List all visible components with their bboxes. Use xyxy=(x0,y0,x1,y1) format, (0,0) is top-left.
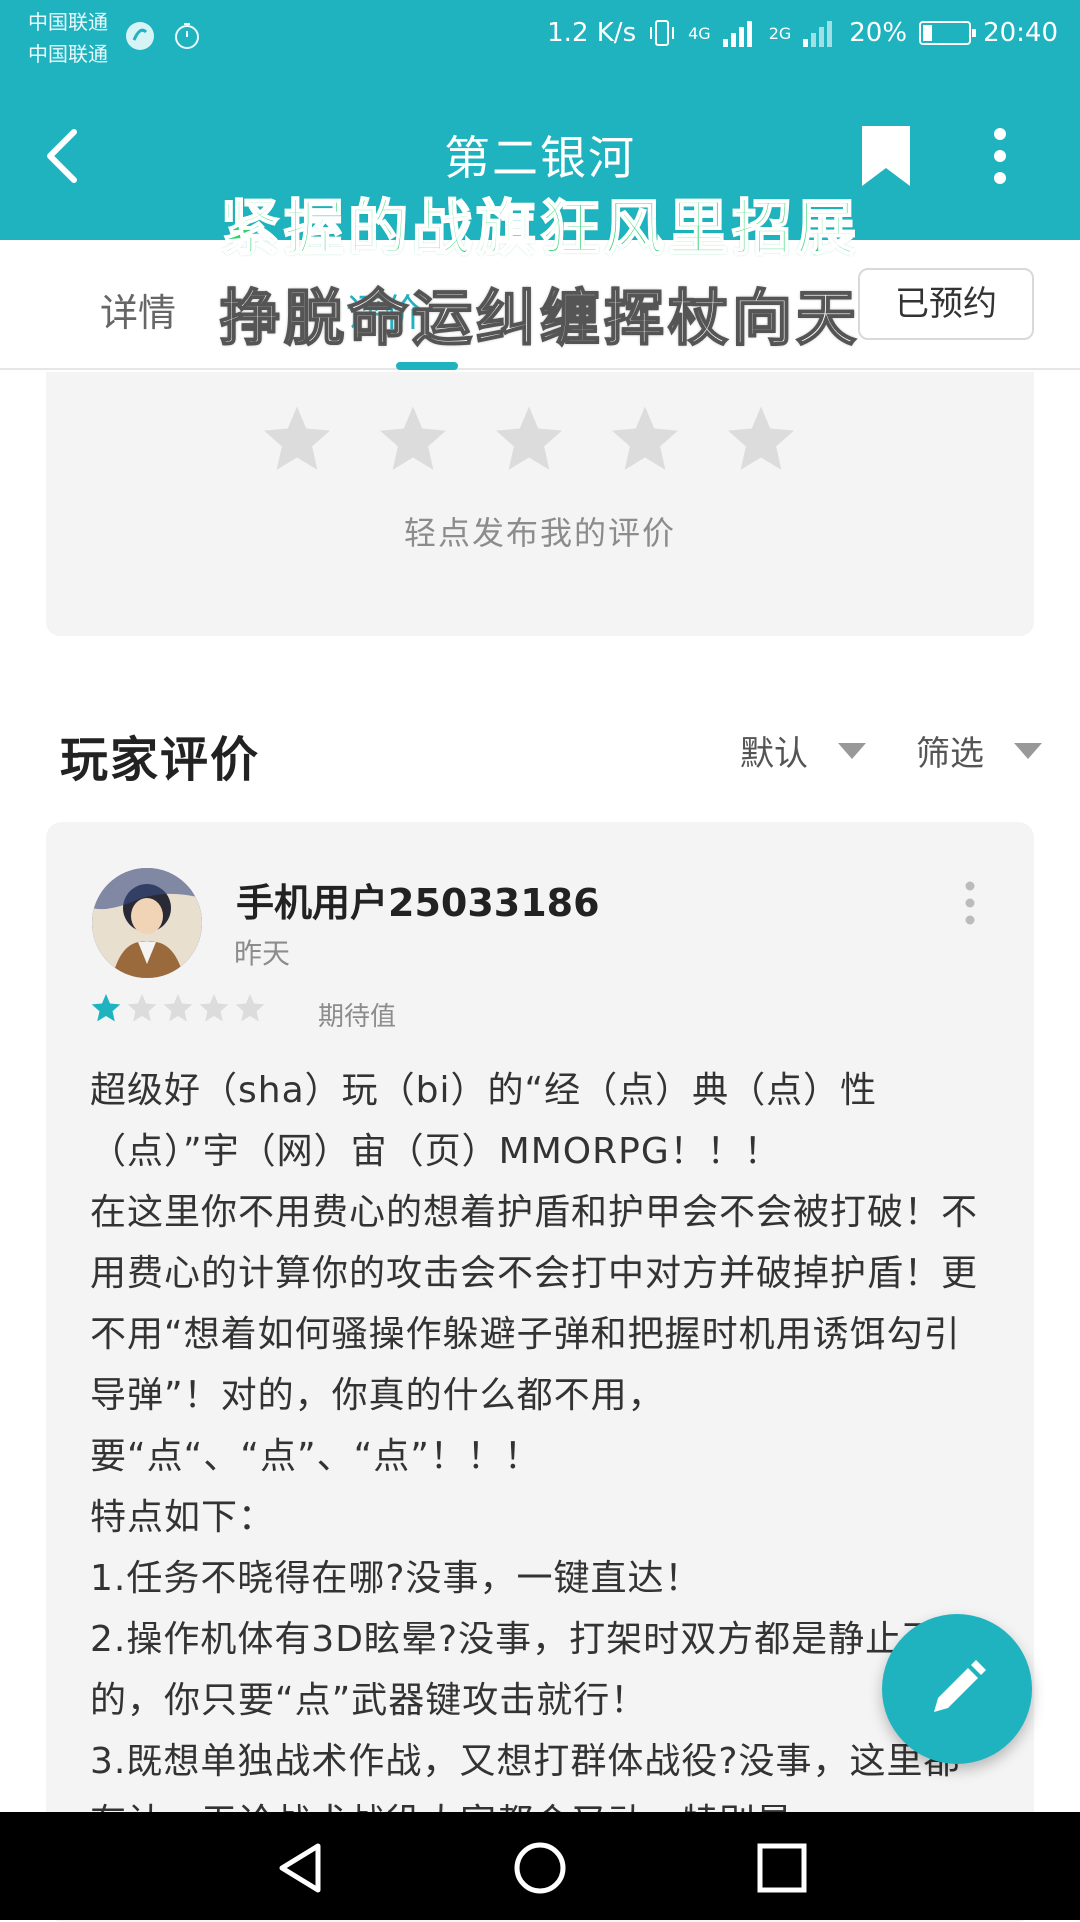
bookmark-button[interactable] xyxy=(858,124,914,188)
timer-icon xyxy=(175,23,199,49)
rating-star-4[interactable] xyxy=(608,402,682,476)
rating-star-1[interactable] xyxy=(260,402,334,476)
more-vertical-icon xyxy=(965,881,975,925)
carrier-1: 中国联通 xyxy=(28,10,108,34)
vibrate-icon xyxy=(650,20,675,46)
rate-hint[interactable]: 轻点发布我的评价 xyxy=(46,508,1034,554)
net-4g-label: 4G xyxy=(688,23,711,43)
nav-home-button[interactable] xyxy=(512,1840,568,1896)
filter-dropdown[interactable]: 筛选 xyxy=(916,726,1042,775)
sort-dropdown[interactable]: 默认 xyxy=(740,726,866,775)
signal-2g-icon xyxy=(803,21,833,47)
browser-icon xyxy=(126,22,154,50)
review-star-rating xyxy=(90,992,266,1024)
review-star-5 xyxy=(235,994,265,1022)
triangle-down-icon xyxy=(1014,742,1042,759)
review-card: 手机用户25033186 昨天 期待值 超级好（sha）玩（bi）的“经（点）典… xyxy=(46,822,1034,1922)
rating-label: 期待值 xyxy=(318,1002,397,1032)
review-paragraph: 1.任务不晓得在哪?没事，一键直达！ xyxy=(90,1558,702,1599)
my-rating-card: 轻点发布我的评价 xyxy=(46,372,1034,636)
review-star-4 xyxy=(199,994,229,1022)
net-speed: 1.2 K/s xyxy=(547,18,637,48)
sort-label: 默认 xyxy=(740,734,808,774)
nav-recents-icon xyxy=(757,1843,807,1893)
bookmark-icon xyxy=(862,126,910,186)
filter-label: 筛选 xyxy=(916,734,984,774)
carrier-2: 中国联通 xyxy=(28,42,108,66)
review-paragraph: 特点如下： xyxy=(90,1497,276,1538)
player-reviews-title: 玩家评价 xyxy=(60,732,261,788)
carrier-info: 中国联通 中国联通 xyxy=(28,6,108,70)
battery-icon xyxy=(919,21,977,45)
rating-star-picker xyxy=(260,402,798,476)
clock: 20:40 xyxy=(983,18,1058,48)
overlay-lyric-line-2: 挣脱命运纠缠挥杖向天 xyxy=(219,283,860,355)
status-right: 1.2 K/s 4G 2G 20% 20:40 xyxy=(547,18,1058,48)
status-app-icons xyxy=(124,20,202,52)
review-username[interactable]: 手机用户25033186 xyxy=(236,872,600,927)
write-review-fab[interactable] xyxy=(882,1614,1032,1764)
nav-home-icon xyxy=(514,1842,566,1894)
rating-star-3[interactable] xyxy=(492,402,566,476)
review-paragraph: 2.操作机体有3D眩晕?没事，打架时双方都是静止不动的，你只要“点”武器键攻击就… xyxy=(90,1619,977,1721)
review-time: 昨天 xyxy=(234,937,291,970)
edit-pencil-icon xyxy=(934,1660,986,1712)
battery-percent: 20% xyxy=(849,18,908,48)
review-paragraph: 在这里你不用费心的想着护盾和护甲会不会被打破！不用费心的计算你的攻击会不会打中对… xyxy=(90,1192,979,1477)
nav-back-button[interactable] xyxy=(274,1840,330,1896)
rating-star-2[interactable] xyxy=(376,402,450,476)
more-options-button[interactable] xyxy=(978,124,1022,188)
nav-recents-button[interactable] xyxy=(754,1840,810,1896)
review-more-button[interactable] xyxy=(960,878,980,928)
tab-indicator xyxy=(396,362,458,370)
nav-back-icon xyxy=(279,1843,321,1893)
more-vertical-icon xyxy=(994,128,1006,184)
system-nav-bar xyxy=(0,1812,1080,1920)
page-title: 第二银河 xyxy=(444,131,636,185)
review-star-1 xyxy=(91,994,121,1022)
status-bar: 中国联通 中国联通 1.2 K/s 4G 2G 20% 20:40 xyxy=(0,0,1080,78)
review-star-2 xyxy=(127,994,157,1022)
avatar[interactable] xyxy=(92,868,202,978)
net-2g-label: 2G xyxy=(768,23,792,43)
triangle-down-icon xyxy=(838,742,866,759)
review-body: 超级好（sha）玩（bi）的“经（点）典（点）性（点）”宇（网）宙（页）MMOR… xyxy=(90,1060,990,1853)
rating-star-5[interactable] xyxy=(724,402,798,476)
user-avatar-image xyxy=(92,868,202,978)
signal-4g-icon xyxy=(722,21,752,47)
overlay-lyric-line-1: 紧握的战旗狂风里招展 xyxy=(219,193,860,265)
review-paragraph: 超级好（sha）玩（bi）的“经（点）典（点）性（点）”宇（网）宙（页）MMOR… xyxy=(90,1070,878,1172)
review-star-3 xyxy=(163,994,193,1022)
